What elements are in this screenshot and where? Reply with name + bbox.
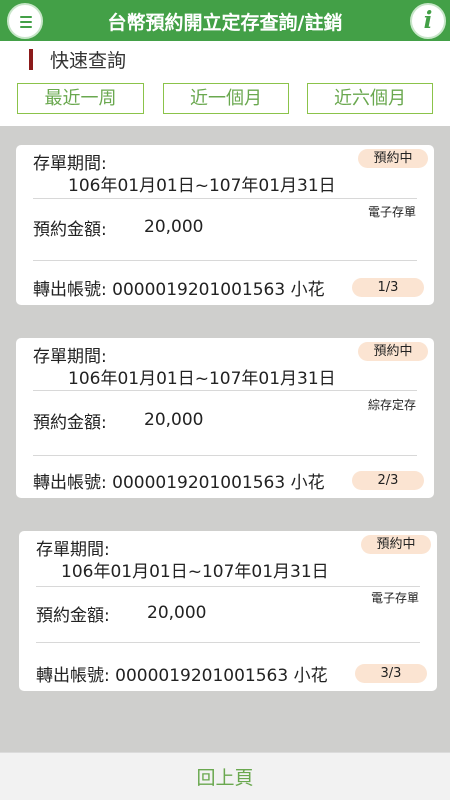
back-button[interactable]: 回上頁 <box>0 763 450 790</box>
period-value: 106年01月01日~107年01月31日 <box>61 562 329 582</box>
status-badge: 預約中 <box>358 149 428 168</box>
page-indicator: 3/3 <box>355 664 427 683</box>
transfer-account: 轉出帳號: 0000019201001563 小花 <box>36 666 328 686</box>
period-value: 106年01月01日~107年01月31日 <box>68 369 336 389</box>
amount-label: 預約金額: <box>33 220 107 240</box>
period-value: 106年01月01日~107年01月31日 <box>68 176 336 196</box>
divider <box>33 198 417 199</box>
range-button-last-six-months[interactable]: 近六個月 <box>307 83 433 114</box>
divider <box>33 455 417 456</box>
deposit-type: 電子存單 <box>370 591 419 605</box>
divider <box>36 642 420 643</box>
quick-query-panel: 快速查詢 最近一周 近一個月 近六個月 <box>0 41 450 126</box>
menu-button[interactable] <box>7 3 43 39</box>
page-title: 台幣預約開立定存查詢/註銷 <box>107 12 343 34</box>
reservation-card[interactable]: 存單期間: 預約中 106年01月01日~107年01月31日 電子存單 預約金… <box>16 145 434 305</box>
status-badge: 預約中 <box>361 535 431 554</box>
transfer-account: 轉出帳號: 0000019201001563 小花 <box>33 280 325 300</box>
page-indicator: 2/3 <box>352 471 424 490</box>
reservation-card[interactable]: 存單期間: 預約中 106年01月01日~107年01月31日 電子存單 預約金… <box>19 531 437 691</box>
amount-value: 20,000 <box>144 217 204 237</box>
divider <box>33 390 417 391</box>
amount-value: 20,000 <box>147 603 207 623</box>
app-header: 台幣預約開立定存查詢/註銷 i <box>0 0 450 41</box>
amount-value: 20,000 <box>144 410 204 430</box>
transfer-account: 轉出帳號: 0000019201001563 小花 <box>33 473 325 493</box>
info-button[interactable]: i <box>410 3 446 39</box>
bottom-bar: 回上頁 <box>0 752 450 800</box>
reservation-card[interactable]: 存單期間: 預約中 106年01月01日~107年01月31日 綜存定存 預約金… <box>16 338 434 498</box>
deposit-type: 綜存定存 <box>367 398 416 412</box>
deposit-type: 電子存單 <box>367 205 416 219</box>
range-button-last-month[interactable]: 近一個月 <box>163 83 289 114</box>
page-indicator: 1/3 <box>352 278 424 297</box>
amount-label: 預約金額: <box>36 606 110 626</box>
section-marker <box>29 49 33 70</box>
amount-label: 預約金額: <box>33 413 107 433</box>
divider <box>36 586 420 587</box>
divider <box>33 260 417 261</box>
quick-query-title: 快速查詢 <box>50 50 127 72</box>
range-button-last-week[interactable]: 最近一周 <box>17 83 144 114</box>
info-icon: i <box>423 7 433 34</box>
status-badge: 預約中 <box>358 342 428 361</box>
